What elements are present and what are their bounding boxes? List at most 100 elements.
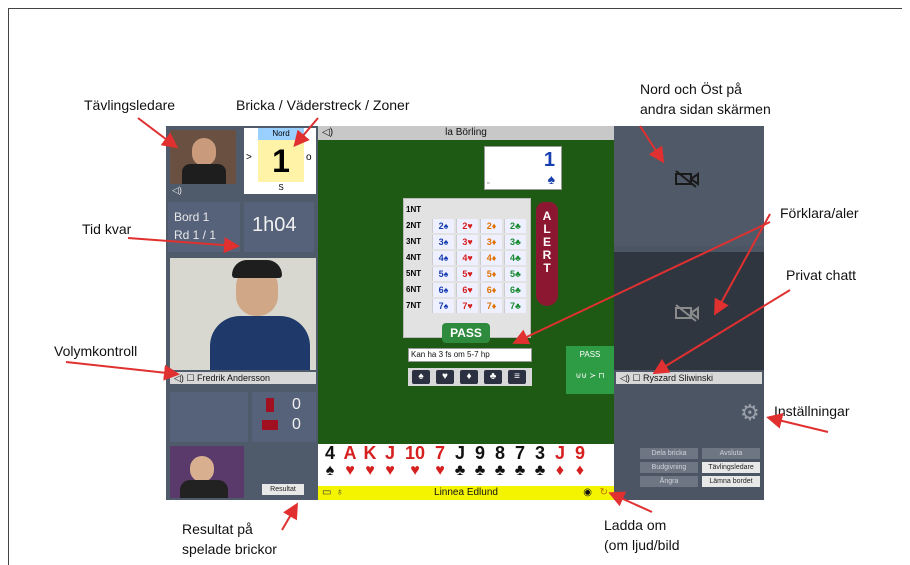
hand-card[interactable]: 7 ♥ <box>430 444 450 486</box>
card-rank: 10 <box>404 443 426 463</box>
annotation-ladda-1: Ladda om <box>604 517 667 533</box>
bid-cell[interactable]: 4♠ <box>432 251 454 265</box>
card-suit: ♣ <box>534 462 546 479</box>
hand-card[interactable]: 10 ♥ <box>400 444 430 486</box>
bid-level[interactable]: 2NT <box>406 219 430 233</box>
card-rank: 9 <box>474 443 485 463</box>
eye-icon[interactable]: ◉ <box>583 486 592 500</box>
hand-card[interactable]: 9 ♦ <box>570 444 590 486</box>
bidding-button[interactable]: Budgivning <box>640 462 698 473</box>
bid-cell[interactable]: 2♦ <box>480 219 502 233</box>
video-icon[interactable]: ▭ <box>322 486 331 500</box>
board-number: 1 <box>258 140 304 182</box>
bid-cell[interactable]: 2♣ <box>504 219 526 233</box>
score-flag-b <box>262 420 278 430</box>
hand-card[interactable]: J ♦ <box>550 444 570 486</box>
bid-cell[interactable]: 7♥ <box>456 299 478 313</box>
score-panel-left <box>170 392 248 442</box>
bid-cell[interactable]: 7♦ <box>480 299 502 313</box>
reload-icon[interactable]: ↻ <box>600 486 608 500</box>
bid-cell[interactable]: 7♣ <box>504 299 526 313</box>
deal-button[interactable]: Dela bricka <box>640 448 698 459</box>
bid-cell[interactable]: 3♠ <box>432 235 454 249</box>
chat-icon[interactable]: ☐ <box>186 373 194 383</box>
bid-cell[interactable]: 6♠ <box>432 283 454 297</box>
bid-cell[interactable]: 4♣ <box>504 251 526 265</box>
bid-cell[interactable]: 5♥ <box>456 267 478 281</box>
hand-card[interactable]: A ♥ <box>340 444 360 486</box>
bid-cell[interactable]: 3♦ <box>480 235 502 249</box>
west-body <box>210 316 310 370</box>
bid-cell[interactable]: 6♥ <box>456 283 478 297</box>
chat-icon[interactable]: ☐ <box>632 373 640 383</box>
card-rank: A <box>343 443 357 463</box>
card-suit: ♣ <box>494 462 506 479</box>
bid-level[interactable]: 1NT <box>406 203 430 217</box>
speaker-icon[interactable]: ◁) <box>174 373 184 383</box>
bid-cell[interactable]: 5♠ <box>432 267 454 281</box>
leave-table-button[interactable]: Lämna bordet <box>702 476 760 487</box>
bid-cell[interactable]: 5♦ <box>480 267 502 281</box>
heart-icon[interactable]: ♥ <box>436 370 454 384</box>
hand-card[interactable]: 9 ♣ <box>470 444 490 486</box>
gear-icon[interactable]: ⚙ <box>740 400 760 426</box>
card-suit: ♥ <box>410 462 420 479</box>
hand-card[interactable]: 3 ♣ <box>530 444 550 486</box>
bid-level[interactable]: 3NT <box>406 235 430 249</box>
card-suit: ♦ <box>555 462 565 479</box>
alert-button[interactable]: ALERT <box>536 202 558 306</box>
card-rank: J <box>454 443 465 463</box>
card-suit: ♣ <box>514 462 526 479</box>
board-indicator: Nord 1 > o S <box>244 128 316 194</box>
end-button[interactable]: Avsluta <box>702 448 760 459</box>
bid-level[interactable]: 4NT <box>406 251 430 265</box>
bid-row: 4NT 4♠ 4♥ 4♦ 4♣ <box>404 251 532 265</box>
bid-cell[interactable]: 4♦ <box>480 251 502 265</box>
result-button[interactable]: Resultat <box>262 484 304 495</box>
bid-cell[interactable]: 4♥ <box>456 251 478 265</box>
mic-icon[interactable]: ♁ <box>336 486 344 500</box>
spade-icon[interactable]: ♠ <box>412 370 430 384</box>
hand-card[interactable]: 7 ♣ <box>510 444 530 486</box>
south-namebar: ▭ ♁ Linnea Edlund ◉ ↻ <box>318 486 614 500</box>
bid-cell[interactable]: 3♣ <box>504 235 526 249</box>
annotation-installningar: Inställningar <box>774 403 850 419</box>
north-video <box>614 126 764 246</box>
director-button[interactable]: Tävlingsledare <box>702 462 760 473</box>
hand-card[interactable]: J ♣ <box>450 444 470 486</box>
explanation-input[interactable]: Kan ha 3 fs om 5-7 hp <box>408 348 532 362</box>
south-video <box>170 446 244 498</box>
hand-card[interactable]: 8 ♣ <box>490 444 510 486</box>
round-number: Rd 1 / 1 <box>174 228 217 242</box>
bid-level[interactable]: 5NT <box>406 267 430 281</box>
club-icon[interactable]: ♣ <box>484 370 502 384</box>
bid-cell[interactable]: 6♣ <box>504 283 526 297</box>
bid-cell[interactable]: 5♣ <box>504 267 526 281</box>
director-face <box>192 138 216 166</box>
bid-cell[interactable]: 3♥ <box>456 235 478 249</box>
bid-cell[interactable]: 2♠ <box>432 219 454 233</box>
pass-button[interactable]: PASS <box>442 323 490 343</box>
card-rank: 4 <box>324 443 335 463</box>
speaker-icon[interactable]: ◁) <box>620 373 630 383</box>
annotation-resultat-1: Resultat på <box>182 521 253 537</box>
bid-row: 5NT 5♠ 5♥ 5♦ 5♣ <box>404 267 532 281</box>
bid-level[interactable]: 6NT <box>406 283 430 297</box>
speaker-icon[interactable]: ◁) <box>172 185 182 196</box>
menu-icon[interactable]: ≡ <box>508 370 526 384</box>
bid-level[interactable]: 7NT <box>406 299 430 313</box>
dummy-suit: ♠ <box>547 171 555 187</box>
diamond-icon[interactable]: ♦ <box>460 370 478 384</box>
bid-row: 6NT 6♠ 6♥ 6♦ 6♣ <box>404 283 532 297</box>
bid-cell[interactable]: 6♦ <box>480 283 502 297</box>
hand-card[interactable]: J ♥ <box>380 444 400 486</box>
hand-card[interactable]: K ♥ <box>360 444 380 486</box>
annotation-bricka: Bricka / Väderstreck / Zoner <box>236 97 410 113</box>
table-info: Bord 1 Rd 1 / 1 <box>168 202 240 252</box>
hand-card[interactable]: 4 ♠ <box>320 444 340 486</box>
bid-cell[interactable]: 7♠ <box>432 299 454 313</box>
board-east: o <box>306 152 312 163</box>
speaker-icon[interactable]: ◁) <box>322 126 333 140</box>
undo-button[interactable]: Ångra <box>640 476 698 487</box>
bid-cell[interactable]: 2♥ <box>456 219 478 233</box>
